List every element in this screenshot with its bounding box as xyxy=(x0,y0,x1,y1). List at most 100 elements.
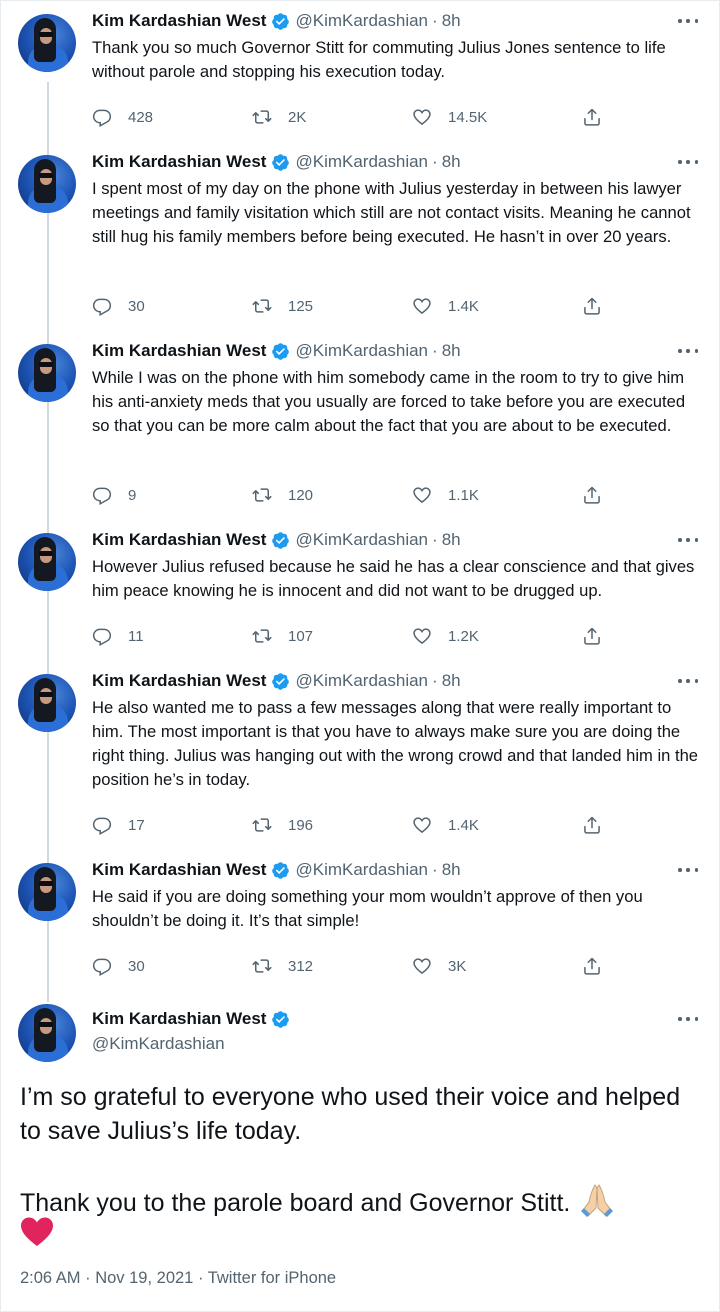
avatar[interactable] xyxy=(18,14,76,72)
author-name[interactable]: Kim Kardashian West xyxy=(92,1009,266,1029)
retweet-button[interactable]: 107 xyxy=(252,624,313,648)
retweet-button[interactable]: 125 xyxy=(252,294,313,318)
separator-dot: · xyxy=(432,860,438,879)
author-name[interactable]: Kim Kardashian West xyxy=(92,530,266,550)
verified-badge-icon xyxy=(272,12,290,30)
tweet-actions: 428 2K 14.5K xyxy=(92,105,612,129)
share-button[interactable] xyxy=(582,294,618,318)
reply-button[interactable]: 17 xyxy=(92,813,145,837)
verified-badge-icon xyxy=(272,153,290,171)
like-count: 3K xyxy=(448,957,467,975)
more-options-icon[interactable] xyxy=(678,16,698,26)
avatar[interactable] xyxy=(18,863,76,921)
retweet-icon xyxy=(252,818,272,832)
avatar[interactable] xyxy=(18,155,76,213)
more-options-icon[interactable] xyxy=(678,1014,698,1024)
reply-icon xyxy=(92,628,112,646)
author-name[interactable]: Kim Kardashian West xyxy=(92,671,266,691)
tweet-time[interactable]: 8h xyxy=(442,860,461,880)
like-button[interactable]: 3K xyxy=(412,954,466,978)
tweet-paragraph: I’m so grateful to everyone who used the… xyxy=(20,1083,681,1145)
reply-button[interactable]: 9 xyxy=(92,483,136,507)
tweet-paragraph: Thank you to the parole board and Govern… xyxy=(20,1182,700,1227)
like-button[interactable]: 14.5K xyxy=(412,105,487,129)
avatar[interactable] xyxy=(18,533,76,591)
tweet-timestamp[interactable]: 2:06 AM · Nov 19, 2021 · Twitter for iPh… xyxy=(20,1269,336,1288)
tweet-time[interactable]: 8h xyxy=(442,530,461,550)
tweet-time[interactable]: 8h xyxy=(442,671,461,691)
author-handle[interactable]: @KimKardashian xyxy=(295,11,428,31)
retweet-icon xyxy=(252,488,272,502)
author-handle[interactable]: @KimKardashian xyxy=(295,152,428,172)
reply-button[interactable]: 30 xyxy=(92,294,145,318)
reply-count: 30 xyxy=(128,297,145,315)
author-name[interactable]: Kim Kardashian West xyxy=(92,11,266,31)
more-options-icon[interactable] xyxy=(678,346,698,356)
tweet-text: While I was on the phone with him somebo… xyxy=(92,368,686,435)
author-handle[interactable]: @KimKardashian xyxy=(295,530,428,550)
author-handle[interactable]: @KimKardashian xyxy=(295,671,428,691)
verified-badge-icon xyxy=(272,342,290,360)
share-icon xyxy=(584,108,600,126)
separator-dot: · xyxy=(432,11,438,30)
separator-dot: · xyxy=(432,530,438,549)
verified-badge-icon xyxy=(272,861,290,879)
like-count: 1.1K xyxy=(448,486,479,504)
reply-count: 9 xyxy=(128,486,137,504)
author-name[interactable]: Kim Kardashian West xyxy=(92,341,266,361)
tweet-actions: 17 196 1.4K xyxy=(92,813,612,837)
more-options-icon[interactable] xyxy=(678,157,698,167)
reply-button[interactable]: 30 xyxy=(92,954,145,978)
tweet-text: He also wanted me to pass a few messages… xyxy=(92,698,699,789)
more-options-icon[interactable] xyxy=(678,865,698,875)
reply-count: 11 xyxy=(128,627,144,645)
reply-button[interactable]: 11 xyxy=(92,624,144,648)
like-count: 1.4K xyxy=(448,297,479,315)
share-icon xyxy=(584,297,600,315)
author-name[interactable]: Kim Kardashian West xyxy=(92,152,266,172)
author-handle[interactable]: @KimKardashian xyxy=(295,341,428,361)
retweet-icon xyxy=(252,299,272,313)
more-options-icon[interactable] xyxy=(678,535,698,545)
like-count: 1.2K xyxy=(448,627,479,645)
reply-icon xyxy=(92,487,112,505)
like-icon xyxy=(413,487,431,504)
avatar[interactable] xyxy=(18,674,76,732)
author-handle[interactable]: @KimKardashian xyxy=(92,1034,225,1054)
retweet-count: 196 xyxy=(288,816,314,834)
separator-dot: · xyxy=(432,152,438,171)
reply-icon xyxy=(92,298,112,316)
share-button[interactable] xyxy=(582,813,618,837)
avatar[interactable] xyxy=(18,344,76,402)
retweet-button[interactable]: 196 xyxy=(252,813,313,837)
avatar[interactable] xyxy=(18,1004,76,1062)
tweet-time[interactable]: 8h xyxy=(442,341,461,361)
author-handle[interactable]: @KimKardashian xyxy=(295,860,428,880)
share-button[interactable] xyxy=(582,483,618,507)
share-icon xyxy=(584,486,600,504)
tweet-time[interactable]: 8h xyxy=(442,152,461,172)
share-button[interactable] xyxy=(582,105,618,129)
like-button[interactable]: 1.2K xyxy=(412,624,479,648)
retweet-icon xyxy=(252,629,272,643)
more-options-icon[interactable] xyxy=(678,676,698,686)
share-icon xyxy=(584,627,600,645)
share-icon xyxy=(584,957,600,975)
like-button[interactable]: 1.4K xyxy=(412,813,479,837)
like-button[interactable]: 1.1K xyxy=(412,483,479,507)
tweet-actions: 9 120 1.1K xyxy=(92,483,612,507)
share-button[interactable] xyxy=(582,954,618,978)
author-name[interactable]: Kim Kardashian West xyxy=(92,860,266,880)
like-count: 14.5K xyxy=(448,108,488,126)
retweet-button[interactable]: 120 xyxy=(252,483,313,507)
like-icon xyxy=(413,109,431,126)
tweet-time[interactable]: 8h xyxy=(442,11,461,31)
red-heart-emoji-icon xyxy=(21,1217,53,1246)
retweet-button[interactable]: 2K xyxy=(252,105,306,129)
retweet-button[interactable]: 312 xyxy=(252,954,313,978)
reply-button[interactable]: 428 xyxy=(92,105,153,129)
reply-icon xyxy=(92,109,112,127)
like-button[interactable]: 1.4K xyxy=(412,294,479,318)
tweet-text: I spent most of my day on the phone with… xyxy=(92,179,691,246)
share-button[interactable] xyxy=(582,624,618,648)
